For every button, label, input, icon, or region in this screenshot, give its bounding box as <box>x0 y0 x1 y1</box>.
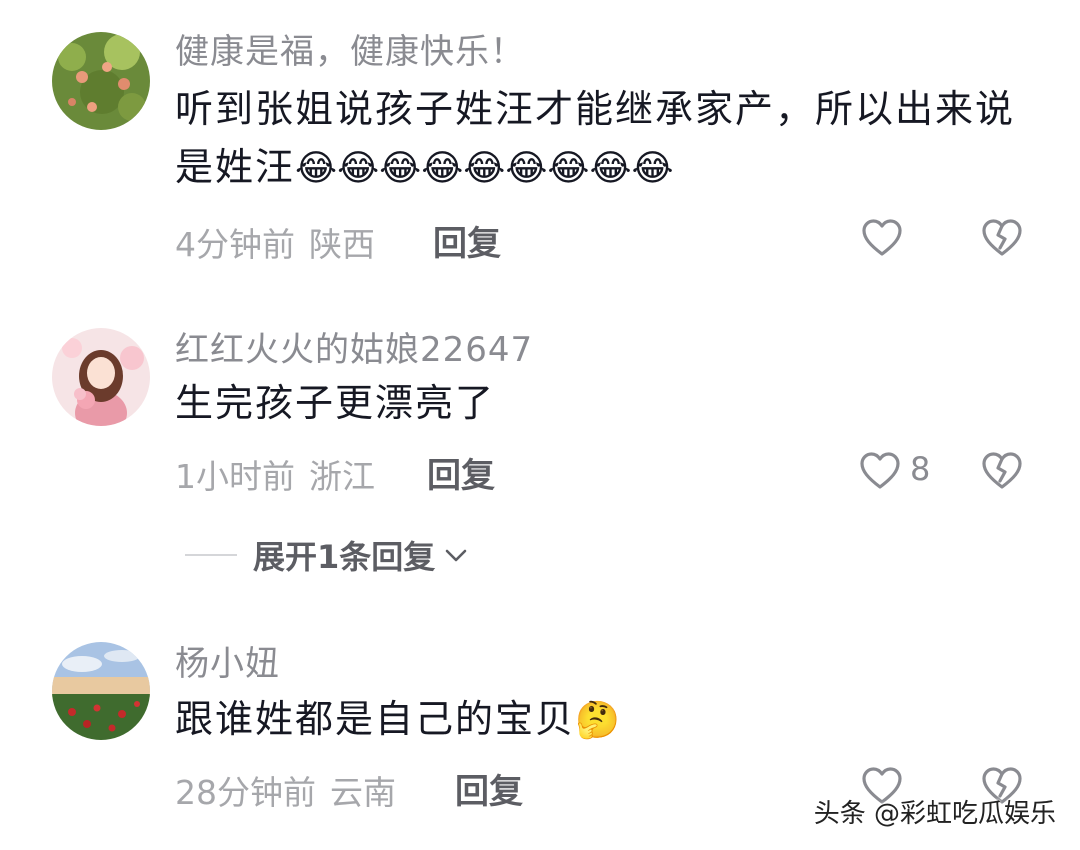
like-count: 8 <box>910 450 931 488</box>
comment-text: 听到张姐说孩子姓汪才能继承家产，所以出来说是姓汪😂😂😂😂😂😂😂😂😂 <box>175 80 1035 198</box>
avatar[interactable] <box>52 328 150 426</box>
heart-outline-icon <box>860 452 900 489</box>
comment-meta: 1小时前 浙江 <box>175 450 375 498</box>
like-button[interactable] <box>860 216 904 260</box>
comment-text: 跟谁姓都是自己的宝贝🤔 <box>175 690 1035 750</box>
comment-time: 1小时前 <box>175 457 295 496</box>
comment-location: 云南 <box>330 773 396 812</box>
broken-heart-icon <box>982 219 1022 256</box>
avatar[interactable] <box>52 32 150 130</box>
comment-username[interactable]: 健康是福，健康快乐！ <box>175 24 525 73</box>
comment-meta: 4分钟前 陕西 <box>175 218 375 266</box>
expand-replies-button[interactable]: 展开1条回复 <box>185 530 469 580</box>
reply-button[interactable]: 回复 <box>433 216 501 265</box>
comment-location: 浙江 <box>309 457 375 496</box>
comment-location: 陕西 <box>309 225 375 264</box>
heart-outline-icon <box>862 219 902 256</box>
comment-text: 生完孩子更漂亮了 <box>175 374 1035 432</box>
comment-text-body: 跟谁姓都是自己的宝贝 <box>175 697 576 741</box>
thinking-emoji: 🤔 <box>575 700 620 741</box>
dislike-button[interactable] <box>980 449 1024 493</box>
reply-button[interactable]: 回复 <box>427 448 495 497</box>
broken-heart-icon <box>982 452 1022 489</box>
avatar[interactable] <box>52 642 150 740</box>
chevron-down-icon <box>445 549 467 562</box>
divider <box>185 554 237 556</box>
comment-username[interactable]: 红红火火的姑娘22647 <box>175 322 533 371</box>
like-button[interactable] <box>858 449 902 493</box>
comment-item: 红红火火的姑娘22647 生完孩子更漂亮了 1小时前 浙江 回复 8 <box>0 300 1080 530</box>
expand-replies-label: 展开1条回复 <box>253 538 436 576</box>
watermark: 头条 @彩虹吃瓜娱乐 <box>813 799 1056 829</box>
comment-meta: 28分钟前 云南 <box>175 766 396 814</box>
reply-button[interactable]: 回复 <box>455 764 523 813</box>
laughing-emoji: 😂😂😂😂😂😂😂😂😂 <box>295 148 674 189</box>
comment-username[interactable]: 杨小妞 <box>175 636 280 685</box>
comment-text-body: 生完孩子更漂亮了 <box>175 381 496 425</box>
comment-item: 健康是福，健康快乐！ 听到张姐说孩子姓汪才能继承家产，所以出来说是姓汪😂😂😂😂😂… <box>0 0 1080 300</box>
dislike-button[interactable] <box>980 216 1024 260</box>
comment-time: 4分钟前 <box>175 225 295 264</box>
comment-time: 28分钟前 <box>175 773 316 812</box>
